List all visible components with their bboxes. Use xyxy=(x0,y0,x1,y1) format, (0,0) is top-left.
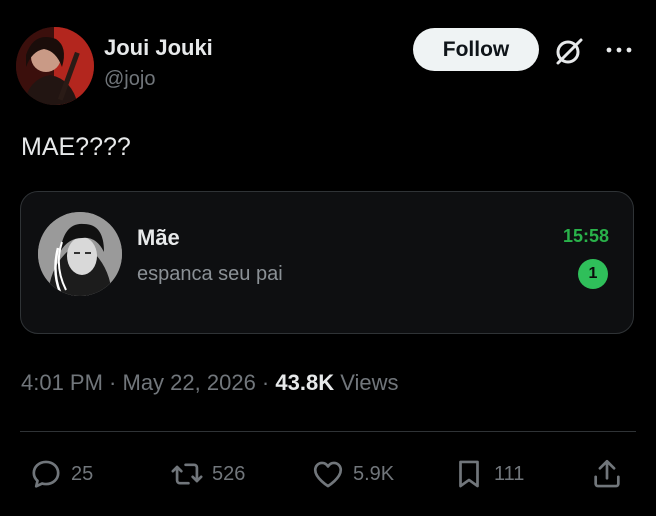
reply-button[interactable]: 25 xyxy=(29,455,93,493)
contact-name: Mãe xyxy=(137,225,180,250)
bookmark-icon xyxy=(459,460,479,488)
more-icon[interactable] xyxy=(604,38,634,62)
tweet-meta: 4:01 PM · May 22, 2026 · 43.8K Views xyxy=(21,370,399,396)
like-button[interactable]: 5.9K xyxy=(311,455,394,493)
meta-separator: · xyxy=(102,370,123,395)
message-preview: espanca seu pai xyxy=(137,263,283,285)
views-label: Views xyxy=(340,370,399,395)
reply-icon xyxy=(32,460,60,488)
bookmark-button[interactable]: 111 xyxy=(452,455,524,493)
grok-icon[interactable] xyxy=(552,34,586,68)
divider xyxy=(20,431,636,432)
heart-icon xyxy=(313,461,343,488)
tweet-text: MAE???? xyxy=(21,133,131,161)
views-count: 43.8K xyxy=(275,370,335,395)
contact-avatar xyxy=(38,212,122,296)
repost-count: 526 xyxy=(212,462,246,485)
repost-button[interactable]: 526 xyxy=(170,455,245,493)
like-count: 5.9K xyxy=(353,462,395,485)
repost-icon xyxy=(171,463,203,485)
reply-count: 25 xyxy=(71,462,94,485)
message-time: 15:58 xyxy=(562,226,609,246)
tweet-time[interactable]: 4:01 PM xyxy=(21,370,103,395)
contact-avatar-image xyxy=(38,212,122,296)
author-avatar-image xyxy=(16,27,94,105)
author-display-name[interactable]: Joui Jouki xyxy=(104,35,213,61)
share-icon xyxy=(594,459,620,488)
bookmark-count: 111 xyxy=(494,462,525,485)
tweet-date[interactable]: May 22, 2026 xyxy=(123,370,256,395)
unread-badge: 1 xyxy=(578,259,608,289)
author-handle[interactable]: @jojo xyxy=(104,68,155,91)
share-button[interactable] xyxy=(590,455,624,493)
author-avatar[interactable] xyxy=(16,27,94,105)
meta-separator: · xyxy=(255,370,276,395)
tweet-media-card[interactable]: Mãe espanca seu pai 15:58 1 xyxy=(20,191,634,334)
follow-button[interactable]: Follow xyxy=(413,28,539,71)
